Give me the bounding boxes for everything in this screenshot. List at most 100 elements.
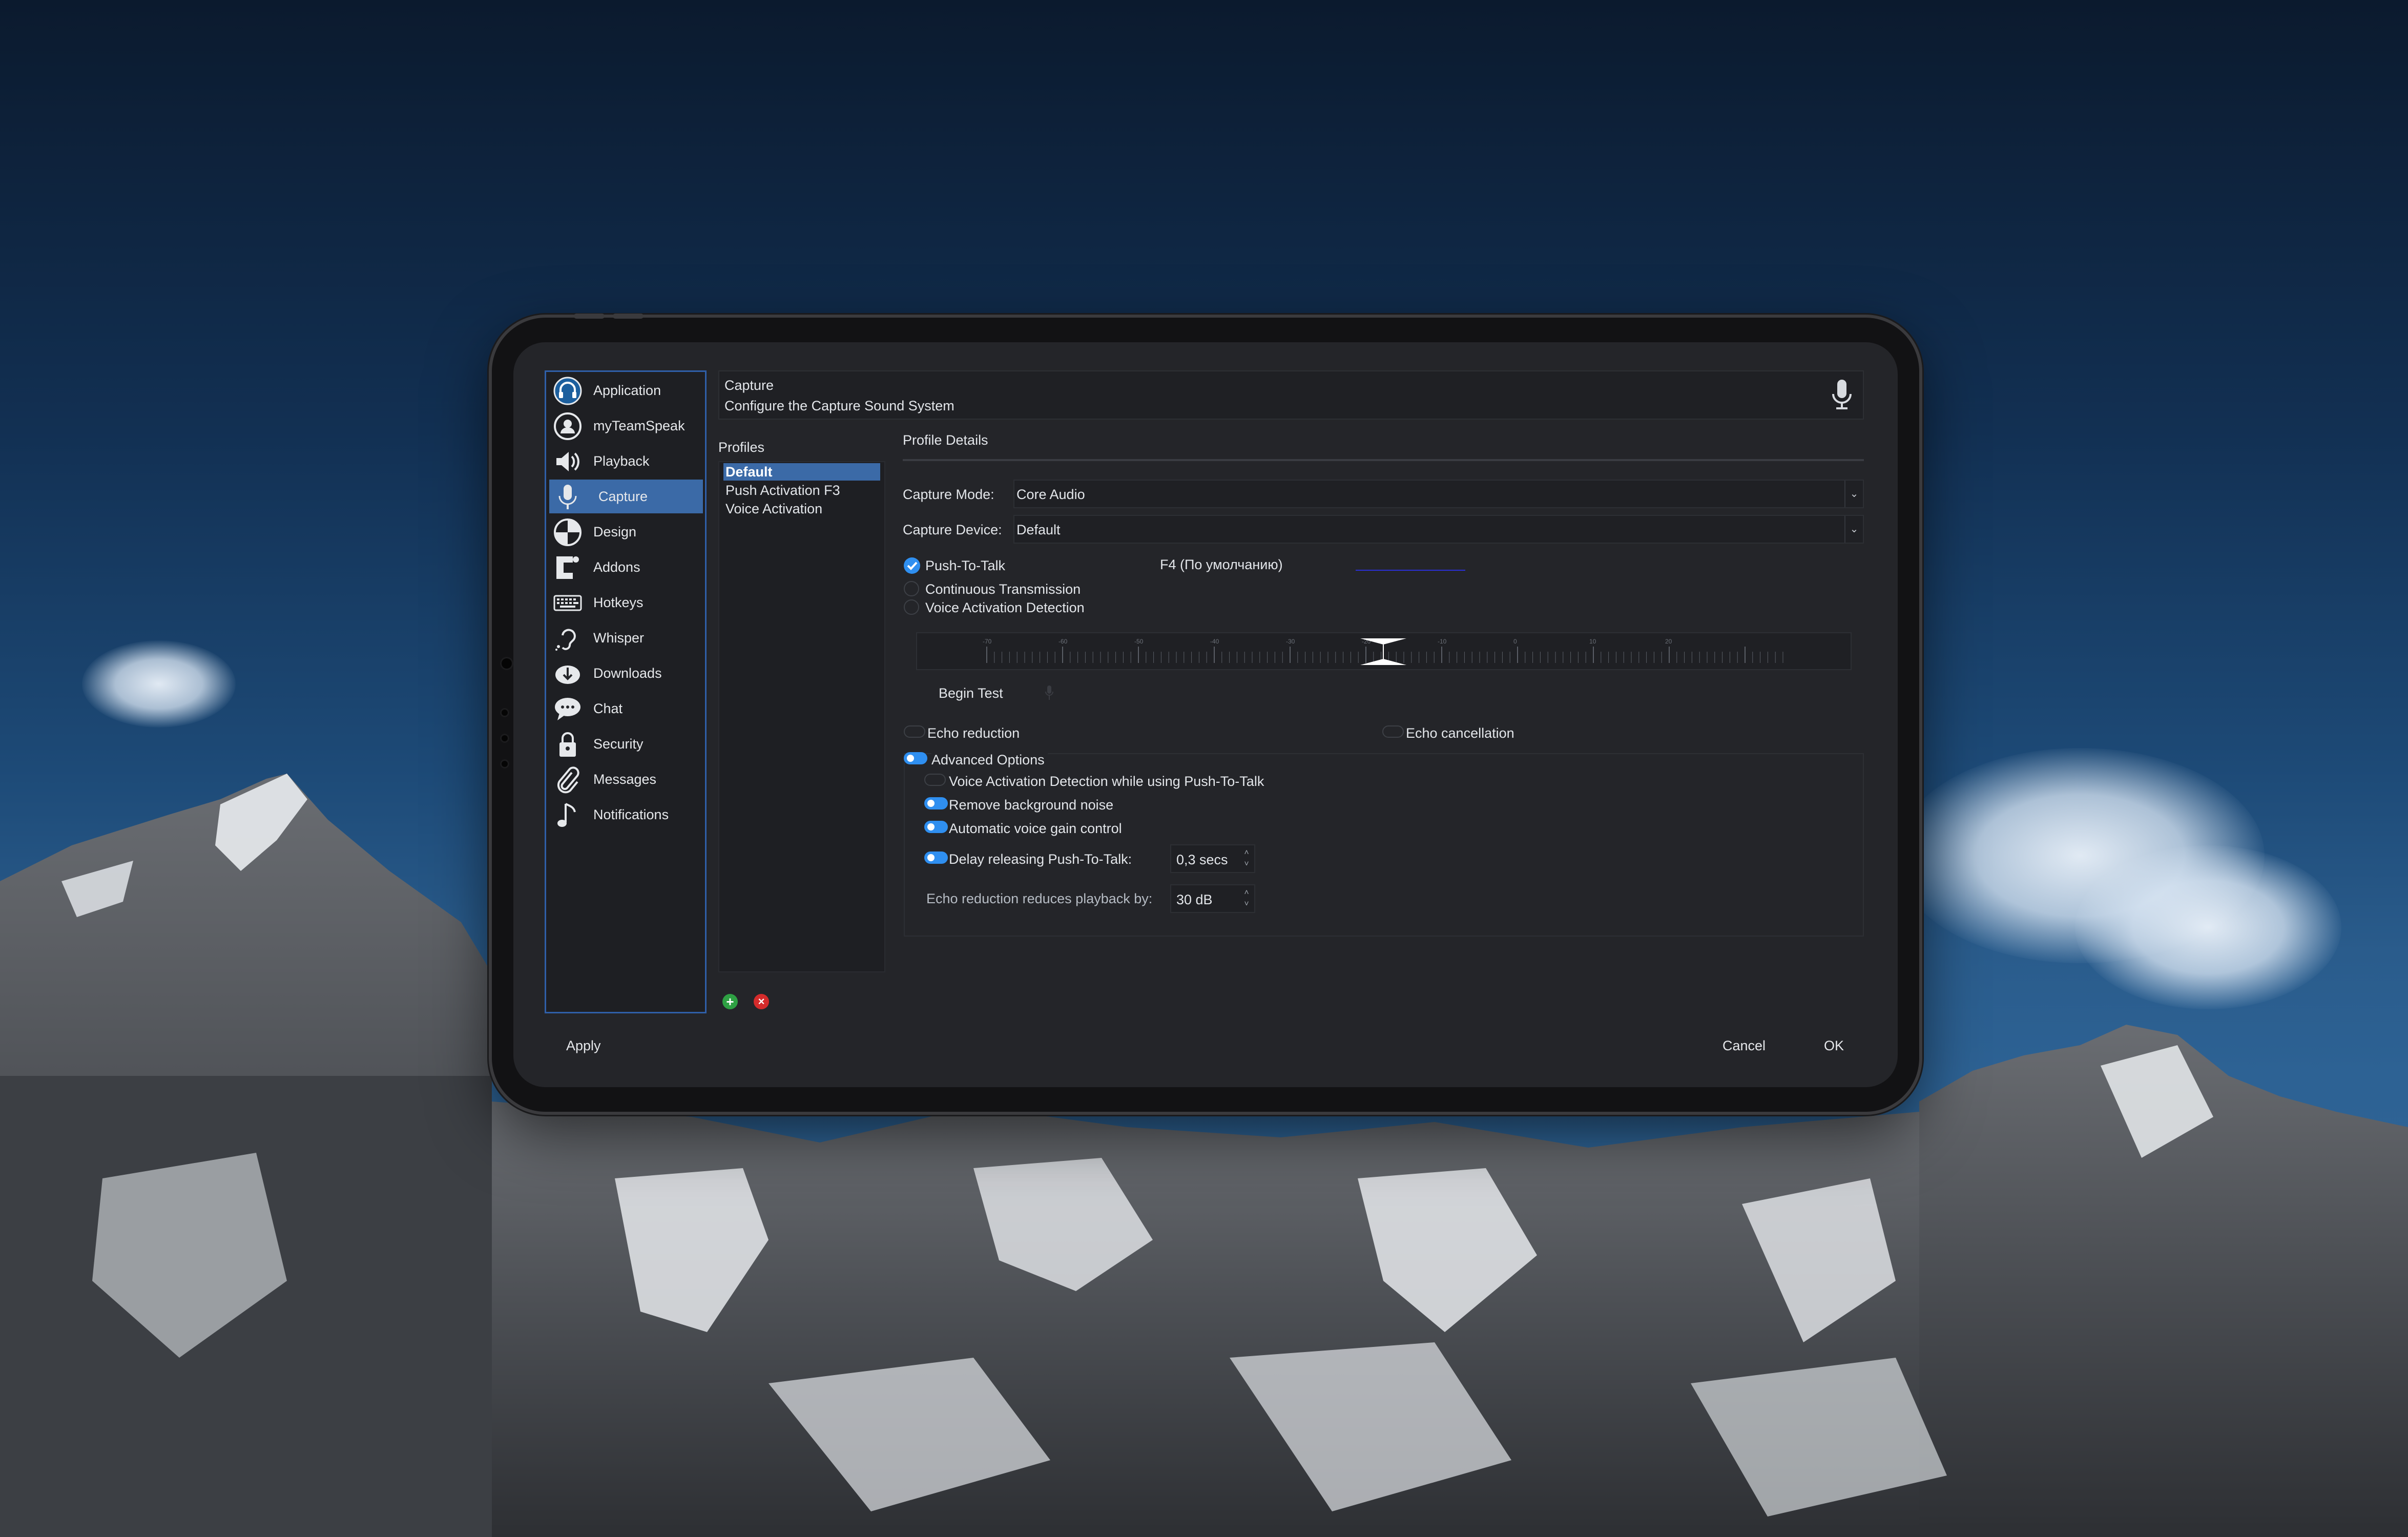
continuous-transmission-label: Continuous Transmission (925, 581, 1081, 597)
sidebar-item-design[interactable]: Design (549, 515, 703, 549)
microphone-icon (1829, 379, 1855, 412)
sidebar-item-label: Design (593, 524, 637, 539)
page-header: Capture Configure the Capture Sound Syst… (718, 370, 1864, 420)
voice-activation-radio[interactable] (904, 599, 919, 615)
camera-icon (500, 708, 509, 717)
delay-ptt-value: 0,3 secs (1176, 852, 1228, 867)
remove-noise-toggle[interactable] (924, 797, 948, 809)
paperclip-icon (553, 765, 582, 794)
apply-button[interactable]: Apply (566, 1038, 601, 1054)
begin-test-button[interactable]: Begin Test (939, 686, 1003, 701)
sidebar-item-messages[interactable]: Messages (549, 762, 703, 796)
capture-device-select[interactable]: Default ⌄ (1013, 515, 1864, 544)
echo-reduction-toggle[interactable] (904, 725, 925, 738)
agc-label: Automatic voice gain control (949, 821, 1122, 836)
camera-icon (500, 657, 513, 670)
vad-while-ptt-toggle[interactable] (924, 774, 946, 786)
hotkey-value[interactable]: F4 (По умолчанию) (1160, 557, 1283, 573)
sidebar-item-label: Application (593, 383, 661, 398)
capture-mode-select[interactable]: Core Audio ⌄ (1013, 480, 1864, 508)
sidebar-item-label: Security (593, 736, 643, 752)
profile-details-heading: Profile Details (903, 432, 988, 448)
profile-item-default[interactable]: Default (723, 463, 880, 481)
puzzle-icon (553, 553, 582, 582)
sidebar-item-whisper[interactable]: Whisper (549, 621, 703, 655)
profile-item-label: Push Activation F3 (725, 483, 840, 498)
echo-cancellation-label: Echo cancellation (1406, 725, 1514, 741)
x-circle-icon[interactable]: × (754, 994, 769, 1009)
plus-circle-icon[interactable]: + (722, 994, 738, 1009)
sidebar-item-label: Chat (593, 701, 623, 716)
sidebar-item-label: Messages (593, 772, 657, 787)
continuous-transmission-radio[interactable] (904, 581, 919, 596)
sidebar-item-downloads[interactable]: Downloads (549, 656, 703, 690)
push-to-talk-radio[interactable] (904, 557, 920, 574)
sidebar-item-myteamspeak[interactable]: myTeamSpeak (549, 409, 703, 443)
echo-playback-label: Echo reduction reduces playback by: (926, 891, 1153, 906)
advanced-options-toggle[interactable] (904, 752, 927, 764)
hotkey-link[interactable] (1356, 559, 1465, 571)
profile-item-voice-activation[interactable]: Voice Activation (723, 500, 880, 517)
chevron-down-icon: ⌄ (1844, 481, 1863, 507)
remove-noise-label: Remove background noise (949, 797, 1114, 813)
volume-button (574, 314, 605, 319)
vad-while-ptt-label: Voice Activation Detection while using P… (949, 774, 1264, 789)
echo-cancellation-toggle[interactable] (1382, 725, 1404, 738)
sidebar-item-application[interactable]: Application (549, 373, 703, 407)
sidebar-item-notifications[interactable]: Notifications (549, 798, 703, 832)
music-note-icon (553, 801, 582, 829)
agc-toggle[interactable] (924, 821, 948, 833)
meter-tick-label: 0 (1513, 638, 1517, 645)
meter-tick-label: -10 (1438, 638, 1447, 645)
sidebar-item-label: Addons (593, 559, 640, 575)
spinner-arrows-icon[interactable]: ˄ ˅ (1241, 847, 1252, 870)
delay-ptt-toggle[interactable] (924, 851, 948, 864)
headset-icon (553, 377, 582, 405)
sidebar-item-chat[interactable]: Chat (549, 692, 703, 725)
sidebar-item-addons[interactable]: Addons (549, 550, 703, 584)
cancel-button[interactable]: Cancel (1722, 1038, 1766, 1054)
sidebar-item-label: Notifications (593, 807, 669, 822)
meter-tick-label: -50 (1134, 638, 1144, 645)
keyboard-icon (553, 589, 582, 617)
volume-button (613, 314, 643, 319)
sidebar-item-label: Capture (598, 489, 648, 504)
download-icon (553, 659, 582, 688)
sidebar-item-hotkeys[interactable]: Hotkeys (549, 586, 703, 619)
sidebar-item-label: Playback (593, 453, 650, 469)
delay-ptt-spinbox[interactable]: 0,3 secs ˄ ˅ (1170, 844, 1255, 873)
level-meter[interactable]: -70 -60 -50 -40 -30 -20 -10 0 10 20 (916, 632, 1852, 670)
push-to-talk-label: Push-To-Talk (925, 558, 1006, 573)
profiles-list: Default Push Activation F3 Voice Activat… (718, 461, 885, 972)
sidebar-item-label: Whisper (593, 630, 645, 646)
advanced-options-label: Advanced Options (931, 752, 1048, 768)
design-icon (553, 518, 582, 547)
meter-tick-label: -40 (1210, 638, 1219, 645)
checkmark-icon (907, 562, 918, 570)
ok-button[interactable]: OK (1824, 1038, 1844, 1054)
page-subtitle: Configure the Capture Sound System (724, 398, 954, 413)
capture-mode-label: Capture Mode: (903, 487, 994, 502)
capture-mode-value: Core Audio (1016, 487, 1085, 502)
microphone-icon (1045, 686, 1053, 701)
profile-item-push-activation[interactable]: Push Activation F3 (723, 482, 880, 499)
sidebar-item-playback[interactable]: Playback (549, 444, 703, 478)
lock-icon (553, 730, 582, 759)
sidebar-item-security[interactable]: Security (549, 727, 703, 761)
spinner-arrows-icon[interactable]: ˄ ˅ (1241, 887, 1252, 910)
speaker-icon (553, 447, 582, 476)
user-icon (553, 412, 582, 441)
camera-icon (500, 734, 509, 743)
settings-window: Application myTeamSpeak Playback Capture… (513, 342, 1898, 1087)
sidebar-item-label: myTeamSpeak (593, 418, 685, 433)
meter-tick-label: -30 (1286, 638, 1295, 645)
voice-activation-label: Voice Activation Detection (925, 600, 1085, 615)
sidebar-item-capture[interactable]: Capture (549, 480, 703, 513)
sidebar-item-label: Downloads (593, 666, 662, 681)
capture-device-value: Default (1016, 522, 1061, 537)
microphone-icon (553, 483, 582, 511)
meter-tick-label: 10 (1589, 638, 1596, 645)
sidebar-item-label: Hotkeys (593, 595, 643, 610)
echo-playback-spinbox[interactable]: 30 dB ˄ ˅ (1170, 884, 1255, 913)
profile-item-label: Default (725, 464, 773, 480)
